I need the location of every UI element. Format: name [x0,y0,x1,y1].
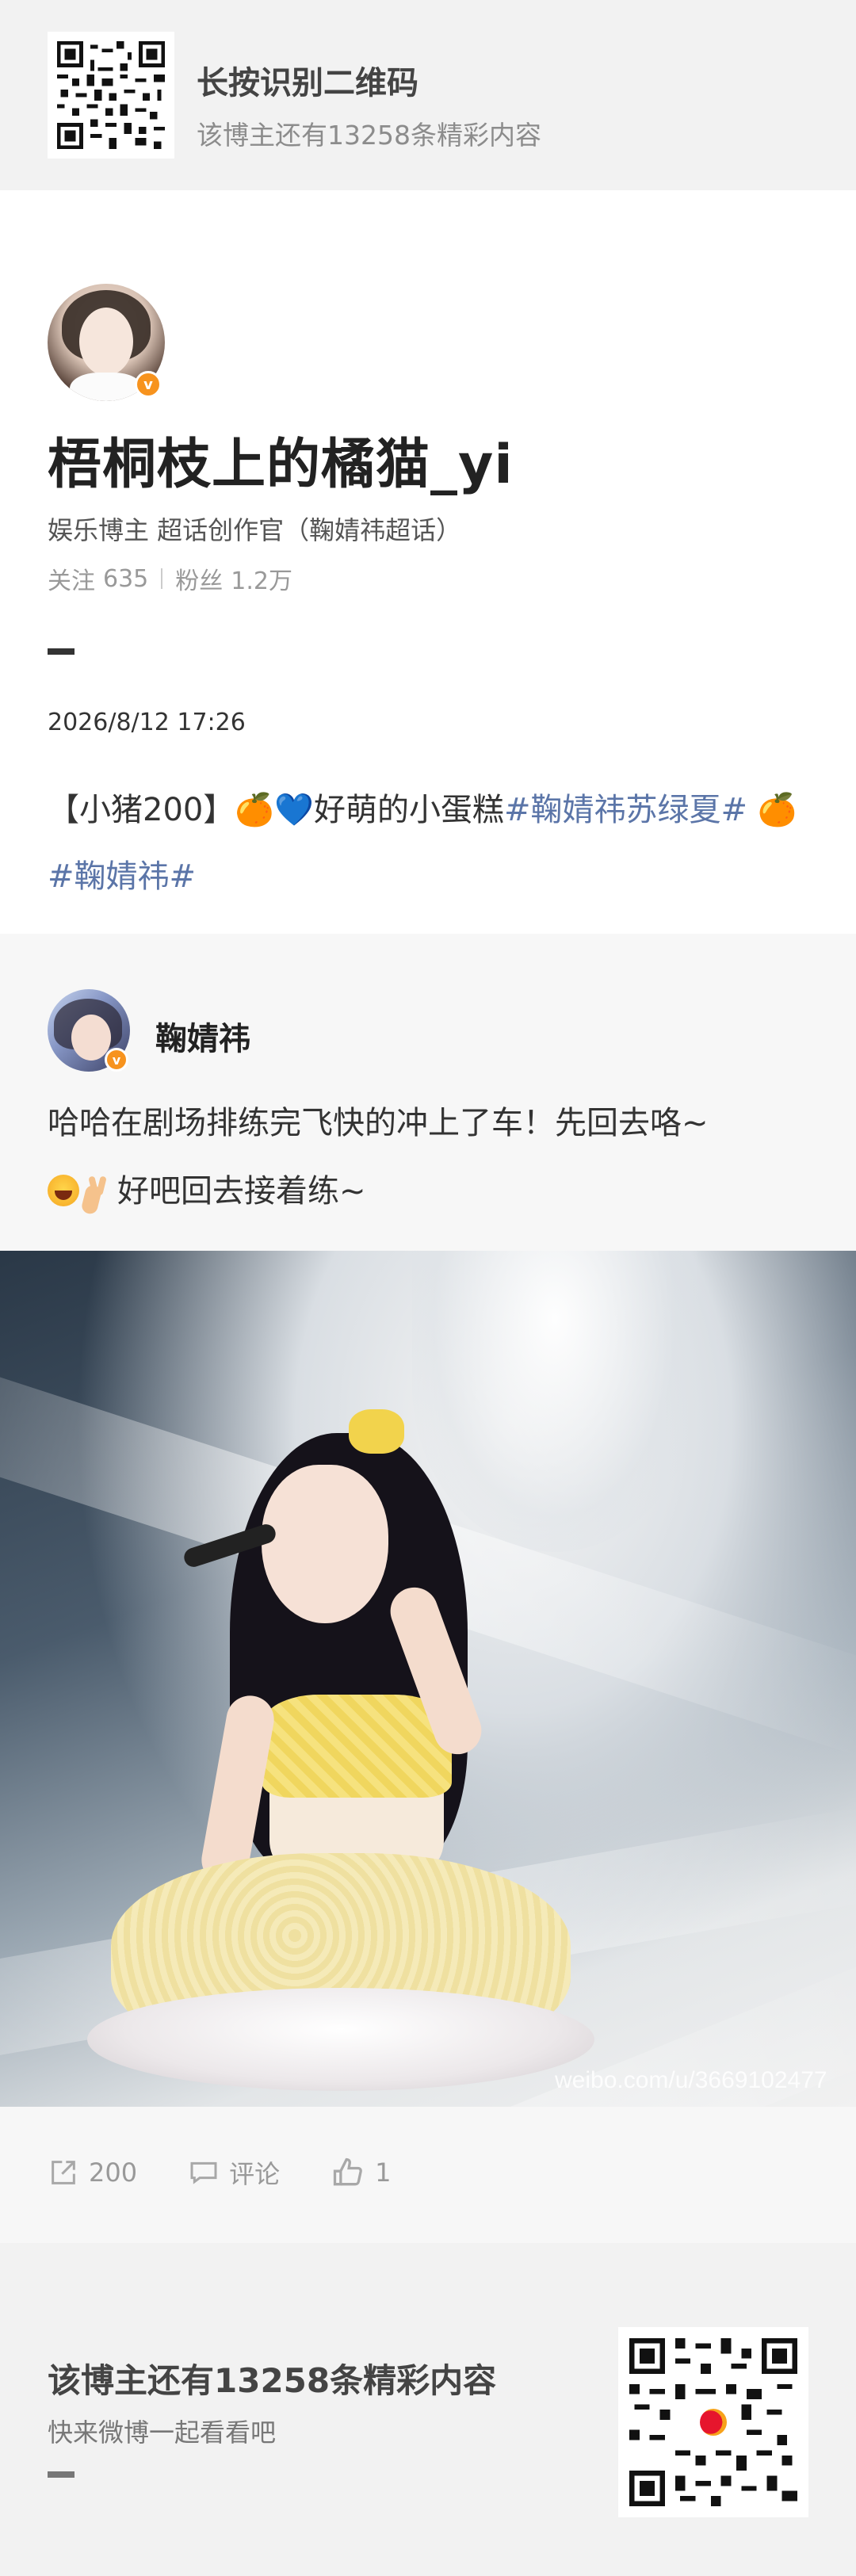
thumbs-up-icon [333,2157,362,2186]
banner-subtitle: 该博主还有13258条精彩内容 [197,120,541,151]
verified-badge-icon: v [105,1048,128,1072]
post-text: 【小猪200】🍊💙好萌的小蛋糕#鞠婧祎苏绿夏# 🍊 #鞠婧祎# [48,777,808,910]
footer-title: 该博主还有13258条精彩内容 [48,2361,497,2400]
user-name[interactable]: 梧桐枝上的橘猫_yi [48,420,514,499]
repost-author[interactable]: 鞠婧祎 [155,1013,250,1059]
post-main-text: 好萌的小蛋糕 [313,792,504,828]
post-image[interactable]: weibo.com/u/3669102477 [0,1251,856,2107]
repost-count: 200 [89,2157,138,2188]
post-emojis: 🍊💙 [235,792,314,828]
post-card: v 梧桐枝上的橘猫_yi 娱乐博主 超话创作官（鞠婧祎超话） 关注 635 粉丝… [0,190,856,934]
post-emojis: 🍊 [757,792,797,828]
action-bar: 200 评论 1 [48,2154,441,2191]
grinning-emoji-icon [48,1175,79,1206]
share-icon [52,2161,75,2184]
divider-dash [48,2471,75,2478]
repost-text: 哈哈在剧场排练完飞快的冲上了车！先回去咯~ 好吧回去接着练~ [48,1089,808,1225]
victory-hand-emoji-icon [82,1175,114,1206]
followers-count: 1.2万 [231,568,292,595]
stats-divider [161,568,163,589]
repost-text-line: 好吧回去接着练~ [117,1173,366,1210]
qr-code-large[interactable] [618,2327,808,2517]
followers-label: 粉丝 [175,568,224,595]
post-prefix: 【小猪200】 [48,792,235,828]
comment-icon [190,2161,217,2184]
like-count: 1 [375,2157,392,2188]
repost-text-line-2: 好吧回去接着练~ [48,1157,808,1225]
image-watermark: weibo.com/u/3669102477 [555,2067,827,2093]
following-count: 635 [103,564,149,593]
banner-title: 长按识别二维码 [197,65,418,101]
qr-code-small[interactable] [48,32,174,159]
footer-banner: 该博主还有13258条精彩内容 快来微博一起看看吧 [0,2243,856,2576]
divider-dash [48,648,75,655]
footer-subtitle: 快来微博一起看看吧 [48,2417,277,2448]
post-timestamp: 2026/8/12 17:26 [48,709,246,736]
qr-banner: 长按识别二维码 该博主还有13258条精彩内容 [0,0,856,190]
repost-button[interactable]: 200 [48,2157,137,2188]
comment-button[interactable]: 评论 [188,2154,280,2191]
hashtag-link[interactable]: #鞠婧祎# [48,858,196,895]
weibo-logo-icon [695,2404,732,2440]
comment-label: 评论 [229,2159,281,2189]
repost-text-line: 哈哈在剧场排练完飞快的冲上了车！先回去咯~ [48,1105,709,1141]
weibo-share-page: 微博 微博 微博 微博 微博 微博 微博 [0,0,856,2576]
user-stats: 关注 635 粉丝 1.2万 [48,561,292,596]
verified-badge-icon: v [135,371,162,398]
user-description: 娱乐博主 超话创作官（鞠婧祎超话） [48,515,462,545]
like-button[interactable]: 1 [331,2155,391,2190]
following-label: 关注 [48,568,95,595]
hashtag-link[interactable]: #鞠婧祎苏绿夏# [504,792,747,828]
